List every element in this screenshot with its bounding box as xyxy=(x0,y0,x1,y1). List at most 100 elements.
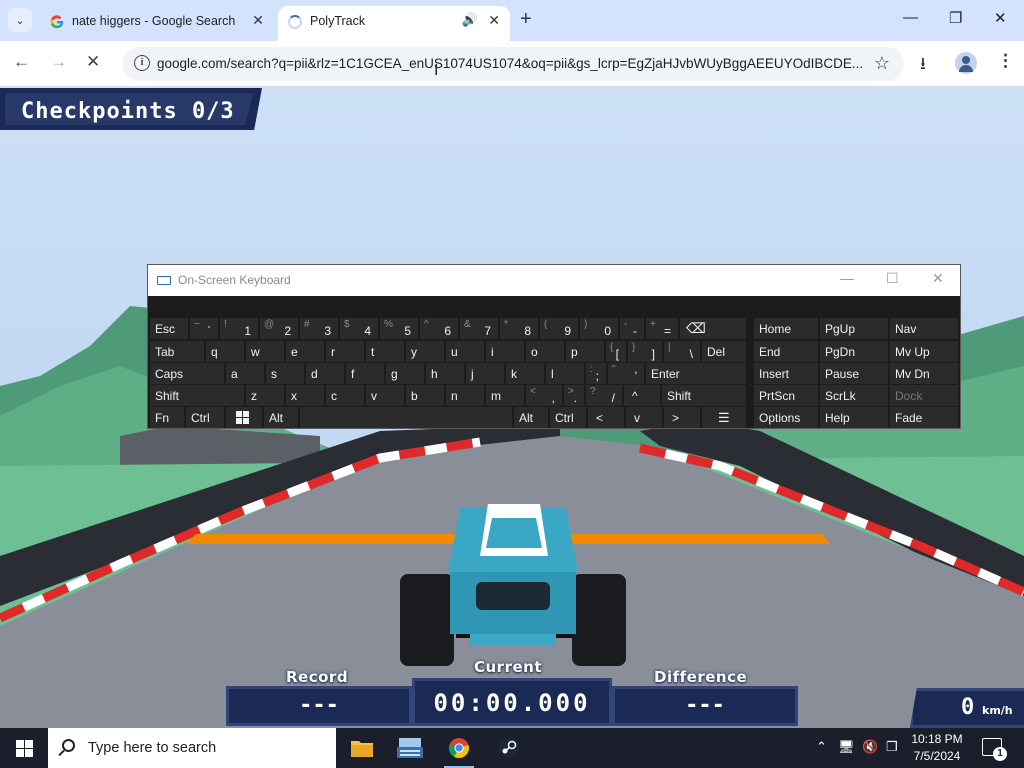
key-windows[interactable] xyxy=(226,407,262,428)
action-center-icon[interactable]: ❐ xyxy=(886,739,898,755)
key-right-bracket[interactable]: }] xyxy=(628,341,662,362)
key-f[interactable]: f xyxy=(346,363,384,384)
key-a[interactable]: a xyxy=(226,363,264,384)
key-arrow-down[interactable]: v xyxy=(626,407,662,428)
key-nav[interactable]: Nav xyxy=(890,318,958,339)
key-comma[interactable]: <, xyxy=(526,385,562,406)
file-explorer-button[interactable] xyxy=(338,728,384,768)
key-equals[interactable]: + = xyxy=(646,318,678,339)
key-3[interactable]: #3 xyxy=(300,318,338,339)
key-t[interactable]: t xyxy=(366,341,404,362)
key-alt-left[interactable]: Alt xyxy=(264,407,298,428)
bookmark-star-icon[interactable]: ☆ xyxy=(874,53,890,74)
key-l[interactable]: l xyxy=(546,363,584,384)
notifications-button[interactable]: 1 xyxy=(982,738,1007,761)
tab-polytrack[interactable]: PolyTrack 🔊 ✕ xyxy=(278,6,510,41)
network-icon[interactable]: 🖥 xyxy=(838,739,855,755)
key-tilde[interactable]: ~ ` xyxy=(190,318,218,339)
key-mv-up[interactable]: Mv Up xyxy=(890,341,958,362)
key-period[interactable]: >. xyxy=(564,385,584,406)
tab-google-search[interactable]: nate higgers - Google Search ✕ xyxy=(40,6,274,41)
key-2[interactable]: @2 xyxy=(260,318,298,339)
tab-close-icon[interactable]: ✕ xyxy=(488,12,500,29)
key-6[interactable]: ^ 6 xyxy=(420,318,458,339)
key-m[interactable]: m xyxy=(486,385,524,406)
key-ctrl-right[interactable]: Ctrl xyxy=(550,407,586,428)
audio-playing-icon[interactable]: 🔊 xyxy=(462,12,478,28)
key-ctrl-left[interactable]: Ctrl xyxy=(186,407,224,428)
key-backspace[interactable]: ⌫ xyxy=(680,318,746,339)
osk-taskbar-button[interactable] xyxy=(386,728,432,768)
start-button[interactable] xyxy=(0,728,48,768)
taskbar-search-box[interactable]: Type here to search xyxy=(48,728,336,768)
key-space[interactable] xyxy=(300,407,512,428)
key-alt-right[interactable]: Alt xyxy=(514,407,548,428)
key-1[interactable]: ! 1 xyxy=(220,318,258,339)
volume-muted-icon[interactable]: 🔇 xyxy=(862,739,878,755)
url-text[interactable]: google.com/search?q=pii&rlz=1C1GCEA_enUS… xyxy=(157,56,867,71)
key-tab[interactable]: Tab xyxy=(150,341,204,362)
key-0[interactable]: ) 0 xyxy=(580,318,618,339)
key-w[interactable]: w xyxy=(246,341,284,362)
stop-loading-button[interactable]: ✕ xyxy=(86,52,100,72)
key-d[interactable]: d xyxy=(306,363,344,384)
key-c[interactable]: c xyxy=(326,385,364,406)
key-x[interactable]: x xyxy=(286,385,324,406)
key-arrow-right[interactable]: > xyxy=(664,407,700,428)
key-left-bracket[interactable]: {[ xyxy=(606,341,626,362)
key-9[interactable]: (9 xyxy=(540,318,578,339)
key-y[interactable]: y xyxy=(406,341,444,362)
chrome-taskbar-button[interactable] xyxy=(436,728,482,768)
key-slash[interactable]: ? / xyxy=(586,385,622,406)
key-end[interactable]: End xyxy=(754,341,818,362)
key-prtscn[interactable]: PrtScn xyxy=(754,385,818,406)
key-v[interactable]: v xyxy=(366,385,404,406)
key-shift-left[interactable]: Shift xyxy=(150,385,244,406)
key-r[interactable]: r xyxy=(326,341,364,362)
key-u[interactable]: u xyxy=(446,341,484,362)
key-caps[interactable]: Caps xyxy=(150,363,224,384)
forward-button[interactable]: → xyxy=(50,52,67,72)
key-arrow-up[interactable]: ^ xyxy=(624,385,660,406)
key-7[interactable]: & 7 xyxy=(460,318,498,339)
key-insert[interactable]: Insert xyxy=(754,363,818,384)
key-z[interactable]: z xyxy=(246,385,284,406)
key-shift-right[interactable]: Shift xyxy=(662,385,746,406)
key-minus[interactable]: -- xyxy=(620,318,644,339)
key-pgdn[interactable]: PgDn xyxy=(820,341,888,362)
menu-kebab-icon[interactable]: ⋮ xyxy=(997,51,1014,71)
key-help[interactable]: Help xyxy=(820,407,888,428)
key-esc[interactable]: Esc xyxy=(150,318,188,339)
download-icon[interactable]: ⭳ xyxy=(920,51,926,80)
key-8[interactable]: * 8 xyxy=(500,318,538,339)
key-context-menu[interactable]: ☰ xyxy=(702,407,746,428)
key-dock[interactable]: Dock xyxy=(890,385,958,406)
key-scrlk[interactable]: ScrLk xyxy=(820,385,888,406)
clock[interactable]: 10:18 PM 7/5/2024 xyxy=(906,731,968,765)
osk-close-button[interactable]: ✕ xyxy=(932,270,944,287)
key-quote[interactable]: " ' xyxy=(608,363,644,384)
site-info-icon[interactable]: i xyxy=(134,55,150,71)
key-h[interactable]: h xyxy=(426,363,464,384)
tab-search-button[interactable]: ⌄ xyxy=(8,8,32,32)
key-mv-dn[interactable]: Mv Dn xyxy=(890,363,958,384)
key-p[interactable]: p xyxy=(566,341,604,362)
key-pgup[interactable]: PgUp xyxy=(820,318,888,339)
key-home[interactable]: Home xyxy=(754,318,818,339)
key-n[interactable]: n xyxy=(446,385,484,406)
minimize-button[interactable]: — xyxy=(903,9,918,26)
key-k[interactable]: k xyxy=(506,363,544,384)
key-g[interactable]: g xyxy=(386,363,424,384)
steam-taskbar-button[interactable] xyxy=(486,728,532,768)
key-b[interactable]: b xyxy=(406,385,444,406)
tray-overflow-icon[interactable]: ⌃ xyxy=(816,739,827,755)
new-tab-button[interactable]: + xyxy=(520,8,532,31)
key-j[interactable]: j xyxy=(466,363,504,384)
profile-avatar-icon[interactable] xyxy=(955,52,977,74)
key-backslash[interactable]: | \ xyxy=(664,341,700,362)
key-q[interactable]: q xyxy=(206,341,244,362)
key-s[interactable]: s xyxy=(266,363,304,384)
osk-title-bar[interactable]: On-Screen Keyboard — ☐ ✕ xyxy=(148,265,960,296)
key-pause[interactable]: Pause xyxy=(820,363,888,384)
key-arrow-left[interactable]: < xyxy=(588,407,624,428)
